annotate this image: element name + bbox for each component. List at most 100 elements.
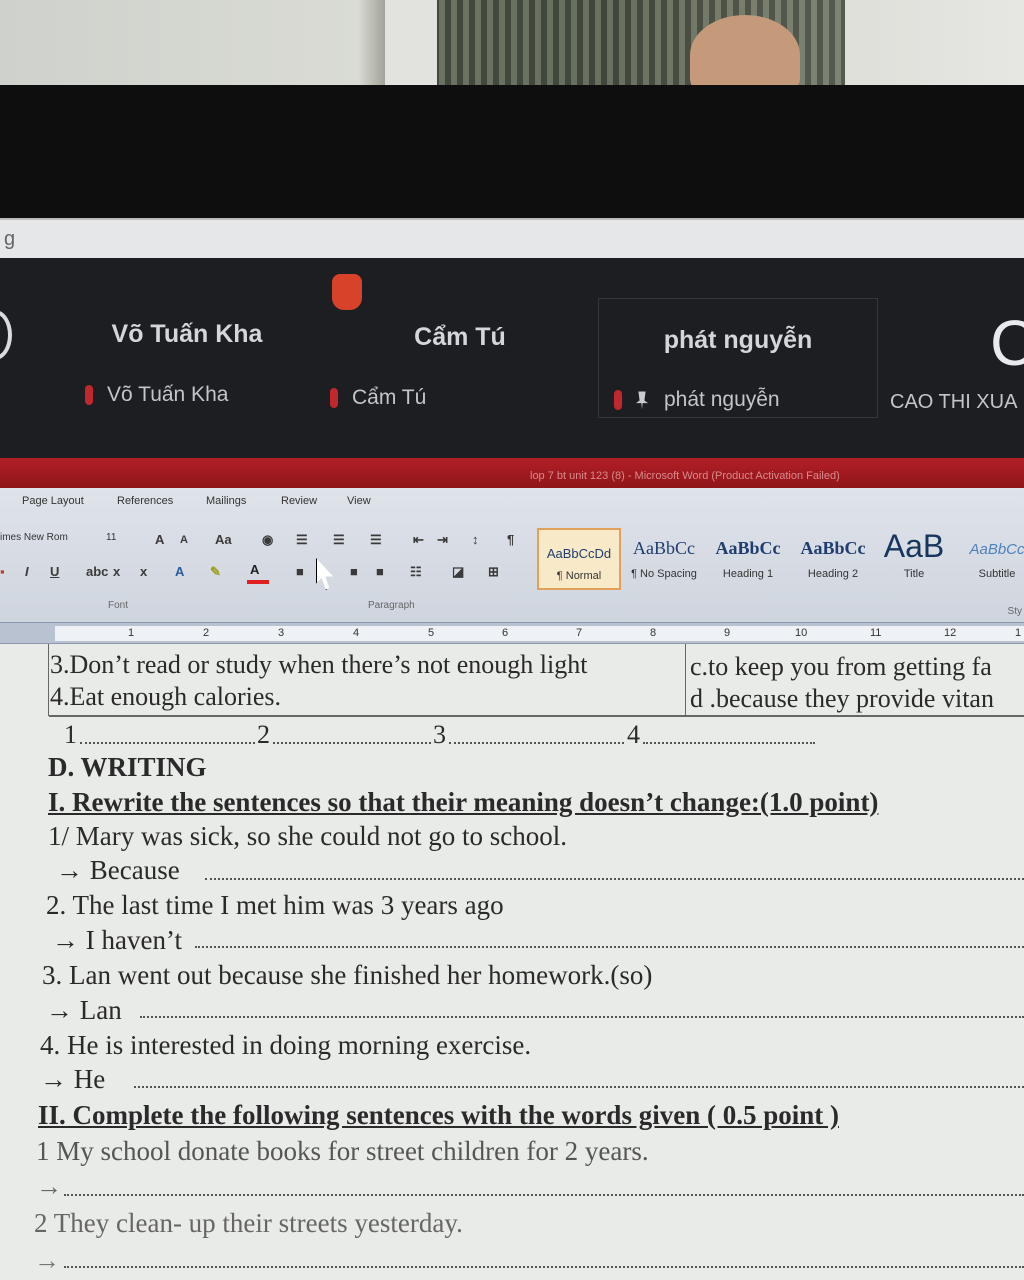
part2-question-1: 1 My school donate books for street chil…	[36, 1136, 649, 1166]
style-title[interactable]: AaB Title	[877, 528, 951, 590]
superscript-icon[interactable]: x	[140, 564, 147, 579]
table-left-row-3: 3.Don’t read or study when there’s not e…	[50, 650, 588, 679]
font-color-icon[interactable]: A	[250, 562, 259, 577]
show-marks-icon[interactable]: ¶	[507, 532, 514, 547]
table-right-row-d: d .because they provide vitan	[690, 684, 994, 713]
participant-tile-2[interactable]: Cẩm Tú Cẩm Tú	[330, 258, 590, 418]
answer-line-4[interactable]	[134, 1086, 1024, 1088]
window-title-fragment: g	[4, 228, 16, 250]
sort-icon[interactable]: ↕	[472, 532, 479, 547]
part-2-heading: II. Complete the following sentences wit…	[38, 1100, 839, 1130]
line-spacing-icon[interactable]: ☷	[410, 564, 422, 580]
answer-num-4: 4	[627, 720, 640, 749]
part2-question-2: 2 They clean- up their streets yesterday…	[34, 1208, 463, 1238]
paragraph-group-label: Paragraph	[368, 600, 415, 611]
answer-line-3[interactable]	[140, 1016, 1024, 1018]
style-heading-1[interactable]: AaBbCc Heading 1	[707, 528, 789, 590]
part-1-heading: I. Rewrite the sentences so that their m…	[48, 787, 879, 817]
tab-references[interactable]: References	[117, 495, 173, 507]
multilevel-list-icon[interactable]: ☰	[370, 532, 382, 548]
tab-mailings[interactable]: Mailings	[206, 495, 246, 507]
answer-num-3: 3	[433, 720, 446, 749]
highlight-icon[interactable]: ✎	[210, 564, 221, 580]
subscript-icon[interactable]: x	[113, 564, 120, 579]
clear-format-icon[interactable]: ◉	[262, 532, 273, 548]
participant-tile-3[interactable]: phát nguyễn phát nguyễn	[608, 258, 878, 418]
participant-name: Võ Tuấn Kha	[111, 320, 263, 348]
participant-label: phát nguyễn	[614, 388, 780, 412]
monitor-bezel	[0, 85, 1024, 220]
mic-muted-icon	[85, 385, 93, 406]
word-ribbon: Page Layout References Mailings Review V…	[0, 488, 1024, 623]
answer-num-2: 2	[257, 720, 270, 749]
participant-tile-1[interactable]: Võ Tuấn Kha Võ Tuấn Kha	[45, 258, 305, 418]
styles-group-label: Sty	[1007, 606, 1022, 617]
ruler-mark: 7	[576, 627, 583, 639]
tab-page-layout[interactable]: Page Layout	[22, 495, 84, 507]
font-color-swatch	[247, 580, 269, 584]
tab-view[interactable]: View	[347, 495, 371, 507]
shading-icon[interactable]: ◪	[452, 564, 464, 580]
italic-icon[interactable]: I	[25, 564, 29, 579]
answer-blank-4[interactable]	[643, 742, 815, 744]
answer-line-2[interactable]	[195, 946, 1024, 948]
justify-icon[interactable]: ■	[376, 564, 384, 579]
meeting-participants-panel: Võ Tuấn Kha Võ Tuấn Kha Cẩm Tú Cẩm Tú ph…	[0, 258, 1024, 463]
answer-prompt-2: → I haven’t	[52, 925, 182, 955]
window-frame	[385, 0, 437, 95]
underline-icon[interactable]: U	[50, 564, 59, 579]
ruler-mark: 11	[870, 627, 882, 639]
ruler-mark: 6	[502, 627, 509, 639]
style-subtitle[interactable]: AaBbCc Subtitle	[957, 528, 1024, 590]
numbering-icon[interactable]: ☰	[333, 532, 345, 548]
decrease-indent-icon[interactable]: ⇤	[413, 532, 424, 548]
ruler-mark: 4	[353, 627, 360, 639]
font-name-select[interactable]: imes New Rom	[0, 532, 92, 543]
borders-icon[interactable]: ⊞	[488, 564, 499, 580]
answer-blank-2[interactable]	[273, 742, 431, 744]
answer-num-1: 1	[64, 720, 77, 749]
answer-blank-3[interactable]	[449, 742, 624, 744]
section-d-heading: D. WRITING	[48, 752, 207, 782]
answer-prompt-1: → Because	[56, 855, 180, 885]
ruler-mark: 8	[650, 627, 657, 639]
tab-review[interactable]: Review	[281, 495, 317, 507]
question-3: 3. Lan went out because she finished her…	[42, 960, 653, 990]
answer-blank-1[interactable]	[80, 742, 255, 744]
align-left-icon[interactable]: ■	[296, 564, 304, 579]
ruler-mark: 1	[1015, 627, 1022, 639]
room-background	[0, 0, 1024, 95]
bullets-icon[interactable]: ☰	[296, 532, 308, 548]
participant-tile-4[interactable]: CAO THI XUA	[888, 258, 1024, 418]
increase-indent-icon[interactable]: ⇥	[437, 532, 448, 548]
ruler-mark: 10	[795, 627, 808, 639]
format-painter-icon[interactable]: ▪	[0, 564, 5, 579]
part2-answer-line-2[interactable]	[64, 1266, 1024, 1268]
style-no-spacing[interactable]: AaBbCc ¶ No Spacing	[623, 528, 705, 590]
participant-label: Võ Tuấn Kha	[85, 383, 228, 407]
question-1: 1/ Mary was sick, so she could not go to…	[48, 821, 567, 851]
change-case-icon[interactable]: Aa	[215, 532, 232, 547]
answer-line-1[interactable]	[205, 878, 1024, 880]
styles-gallery: AaBbCcDd ¶ Normal AaBbCc ¶ No Spacing Aa…	[537, 528, 1024, 590]
ruler-mark: 3	[278, 627, 285, 639]
participant-name: Cẩm Tú	[414, 323, 506, 351]
part2-answer-line-1[interactable]	[64, 1194, 1024, 1196]
align-right-icon[interactable]: ■	[350, 564, 358, 579]
horizontal-ruler[interactable]: 1 2 3 4 5 6 7 8 9 10 11 12 1	[0, 622, 1024, 644]
participant-label: CAO THI XUA	[890, 391, 1018, 413]
question-2: 2. The last time I met him was 3 years a…	[46, 890, 504, 920]
shrink-font-icon[interactable]: A	[180, 534, 188, 546]
mic-muted-icon	[614, 390, 622, 411]
participant-avatar-partial	[0, 310, 12, 360]
strikethrough-icon[interactable]: abc	[86, 564, 108, 579]
text-effects-icon[interactable]: A	[175, 564, 184, 579]
participant-label: Cẩm Tú	[330, 386, 426, 410]
style-heading-2[interactable]: AaBbCc Heading 2	[791, 528, 875, 590]
window-title-strip: g	[0, 218, 1024, 260]
style-normal[interactable]: AaBbCcDd ¶ Normal	[537, 528, 621, 590]
font-size-select[interactable]: 11	[106, 532, 116, 543]
grow-font-icon[interactable]: A	[155, 532, 164, 547]
pin-icon	[636, 391, 648, 410]
part2-answer-prompt-2: →	[34, 1246, 60, 1275]
